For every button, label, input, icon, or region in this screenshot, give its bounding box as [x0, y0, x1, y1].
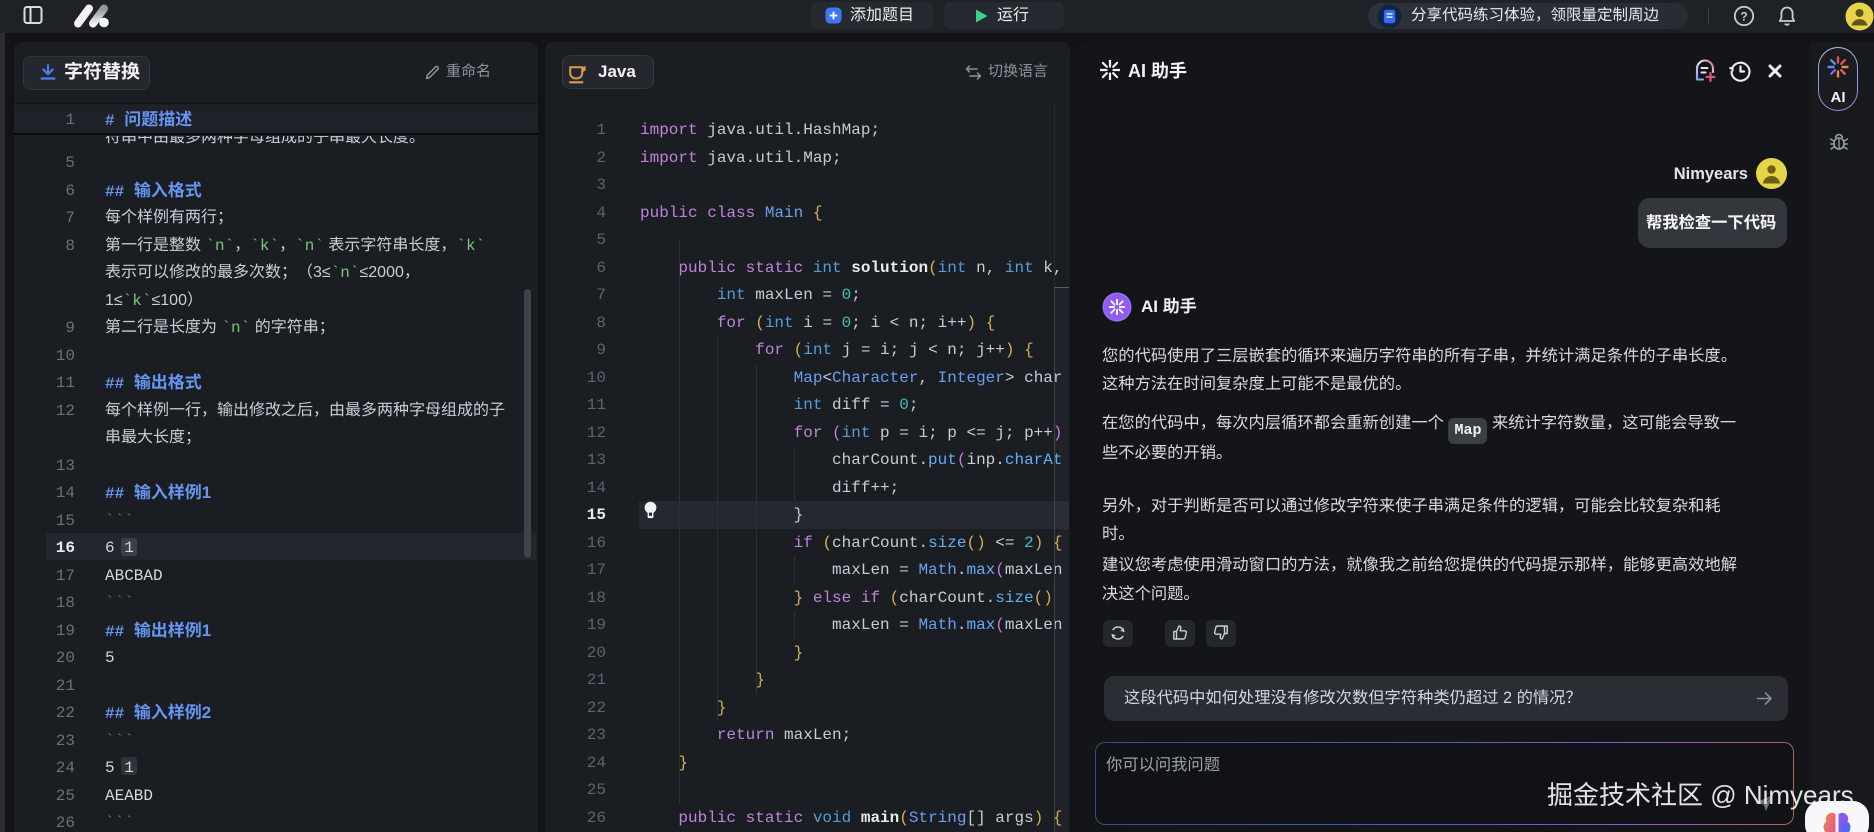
svg-text:?: ? — [1740, 9, 1747, 23]
